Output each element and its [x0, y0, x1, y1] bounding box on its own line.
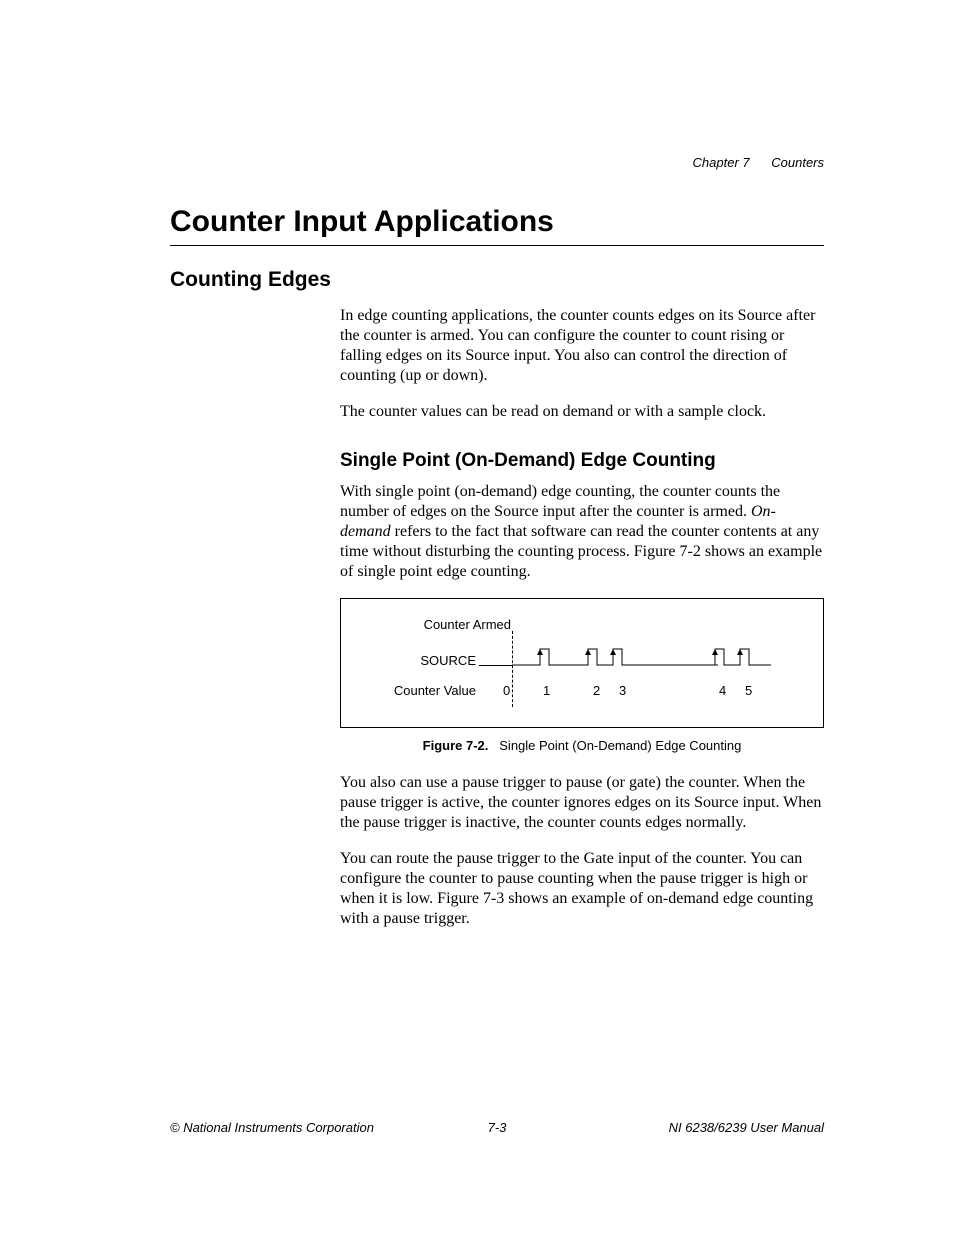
- counter-value: 5: [745, 683, 752, 698]
- label-counter-armed: Counter Armed: [411, 617, 511, 632]
- text-run: With single point (on-demand) edge count…: [340, 483, 780, 520]
- signal-pulse-icon: [693, 647, 725, 666]
- signal-pulse-icon: [512, 647, 566, 666]
- paragraph: The counter values can be read on demand…: [340, 402, 824, 422]
- signal-pulse-icon: [566, 647, 598, 666]
- body-block: In edge counting applications, the count…: [340, 306, 824, 929]
- label-source: SOURCE: [396, 653, 476, 668]
- counter-value: 0: [503, 683, 510, 698]
- counter-value: 1: [543, 683, 550, 698]
- text-run: refers to the fact that software can rea…: [340, 523, 822, 580]
- label-counter-value: Counter Value: [371, 683, 476, 698]
- figure-caption: Figure 7-2. Single Point (On-Demand) Edg…: [340, 738, 824, 753]
- paragraph: You can route the pause trigger to the G…: [340, 849, 824, 929]
- chapter-title: Counters: [771, 155, 824, 170]
- chapter-ref: Chapter 7: [693, 155, 750, 170]
- armed-marker-line: [512, 631, 513, 707]
- figure-caption-text: Single Point (On-Demand) Edge Counting: [499, 738, 741, 753]
- paragraph: In edge counting applications, the count…: [340, 306, 824, 386]
- heading-2: Counting Edges: [170, 268, 824, 292]
- heading-3: Single Point (On-Demand) Edge Counting: [340, 450, 824, 472]
- heading-rule: [170, 245, 824, 246]
- signal-baseline: [479, 665, 512, 666]
- footer-manual-title: NI 6238/6239 User Manual: [669, 1120, 824, 1135]
- figure-number: Figure 7-2.: [423, 738, 489, 753]
- heading-1: Counter Input Applications: [170, 205, 824, 239]
- paragraph: With single point (on-demand) edge count…: [340, 482, 824, 582]
- paragraph: You also can use a pause trigger to paus…: [340, 773, 824, 833]
- figure-diagram: Counter Armed SOURCE Counter Value: [351, 617, 813, 709]
- counter-value: 2: [593, 683, 600, 698]
- running-head: Chapter 7 Counters: [693, 155, 824, 170]
- page-content: Counter Input Applications Counting Edge…: [0, 0, 954, 929]
- counter-value: 3: [619, 683, 626, 698]
- figure-7-2: Counter Armed SOURCE Counter Value: [340, 598, 824, 728]
- counter-value: 4: [719, 683, 726, 698]
- signal-pulse-icon: [725, 647, 771, 666]
